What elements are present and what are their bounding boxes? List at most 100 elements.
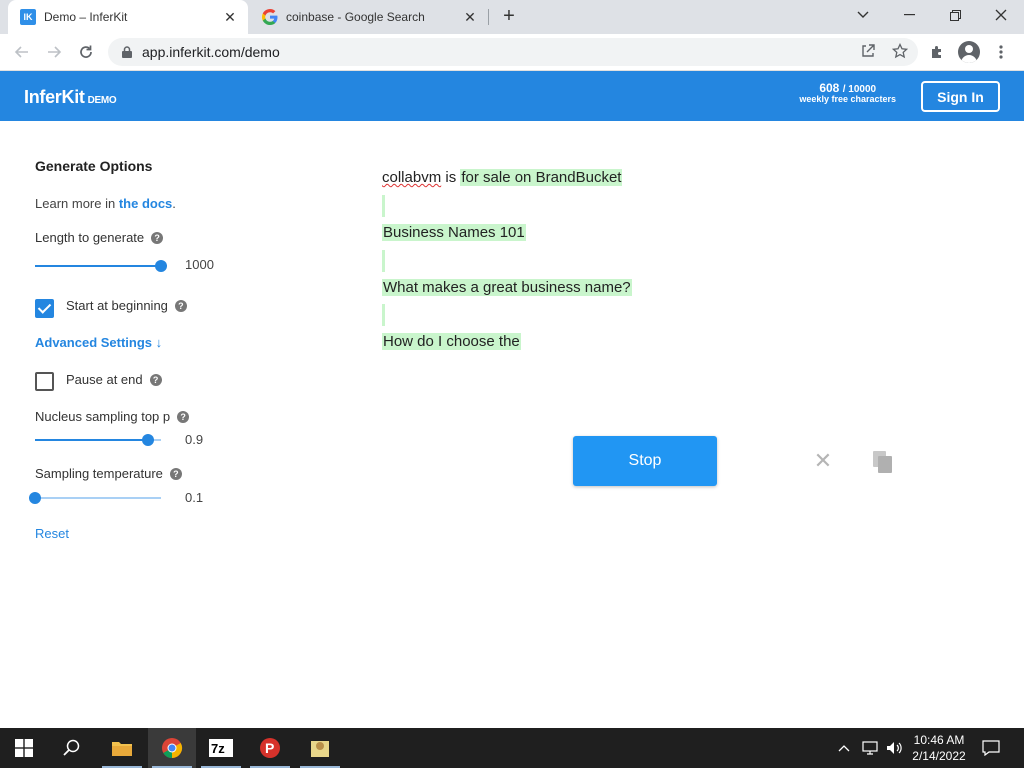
network-icon[interactable] <box>862 728 880 768</box>
tab-google-search[interactable]: coinbase - Google Search ✕ <box>250 0 488 34</box>
length-value: 1000 <box>185 257 214 272</box>
help-icon[interactable]: ? <box>169 467 182 480</box>
slider-thumb[interactable] <box>29 492 41 504</box>
character-quota: 608 / 10000 weekly free characters <box>799 81 896 105</box>
chars-caption: weekly free characters <box>799 94 896 105</box>
extensions-puzzle-icon[interactable] <box>926 41 948 63</box>
learn-more-suffix: . <box>172 196 176 211</box>
temperature-label: Sampling temperature ? <box>35 466 182 481</box>
slider-fill <box>35 265 161 267</box>
pause-at-end-text: Pause at end <box>66 372 143 387</box>
more-menu-icon[interactable] <box>990 41 1012 63</box>
app-icon[interactable] <box>296 728 344 768</box>
brand-demo-badge: DEMO <box>87 95 117 106</box>
generated-newline-marker <box>382 195 385 217</box>
inferkit-favicon-icon: IK <box>20 9 36 25</box>
length-label-text: Length to generate <box>35 230 145 245</box>
pause-at-end-checkbox[interactable] <box>35 372 54 391</box>
forward-icon[interactable] <box>42 40 66 64</box>
prompt-text: collabvm <box>382 169 442 186</box>
minimize-icon[interactable] <box>886 0 932 30</box>
svg-text:P: P <box>265 740 274 756</box>
clock-time: 10:46 AM <box>913 733 965 747</box>
file-explorer-icon[interactable] <box>98 728 146 768</box>
learn-more-prefix: Learn more in <box>35 196 119 211</box>
generated-newline-marker <box>382 304 385 326</box>
generated-text: What makes a great business name? <box>382 279 632 296</box>
lock-icon[interactable] <box>120 45 134 59</box>
tab-title: Demo – InferKit <box>44 10 128 24</box>
notifications-icon[interactable] <box>982 728 1000 768</box>
slider-track <box>35 497 161 499</box>
temperature-label-text: Sampling temperature <box>35 466 163 481</box>
slider-thumb[interactable] <box>142 434 154 446</box>
help-icon[interactable]: ? <box>149 373 162 386</box>
length-label: Length to generate ? <box>35 230 164 245</box>
clock-date: 2/14/2022 <box>912 749 966 763</box>
reset-link[interactable]: Reset <box>35 526 69 541</box>
7zip-icon[interactable]: 7z <box>197 728 245 768</box>
generated-text: Business Names 101 <box>382 224 526 241</box>
restore-icon[interactable] <box>932 0 978 30</box>
bookmark-star-icon[interactable] <box>891 42 909 62</box>
chrome-icon[interactable] <box>148 728 196 768</box>
brand-logo[interactable]: InferKit DEMO <box>24 87 117 108</box>
learn-more-text: Learn more in the docs. <box>35 196 176 211</box>
copy-icon[interactable] <box>872 450 894 474</box>
text-line: What makes a great business name? <box>382 277 632 299</box>
length-slider[interactable] <box>35 260 167 272</box>
help-icon[interactable]: ? <box>151 231 164 244</box>
psiphon-icon[interactable]: P <box>246 728 294 768</box>
close-icon[interactable]: ✕ <box>222 9 238 25</box>
temperature-value: 0.1 <box>185 490 204 505</box>
nucleus-value: 0.9 <box>185 432 204 447</box>
help-icon[interactable]: ? <box>177 410 190 423</box>
sign-in-button[interactable]: Sign In <box>921 81 1000 112</box>
generated-text: for sale on BrandBucket <box>460 169 623 186</box>
windows-start-icon[interactable] <box>0 728 48 768</box>
back-icon[interactable] <box>10 40 34 64</box>
start-at-beginning-text: Start at beginning <box>66 298 168 313</box>
text-line: Business Names 101 <box>382 222 526 244</box>
clear-close-icon[interactable]: ✕ <box>813 450 833 472</box>
site-header: InferKit DEMO 608 / 10000 weekly free cha… <box>0 71 1024 121</box>
slider-thumb[interactable] <box>155 260 167 272</box>
new-tab-icon[interactable]: + <box>498 6 520 28</box>
search-icon[interactable] <box>48 728 96 768</box>
text-line: How do I choose the <box>382 331 521 353</box>
profile-avatar-icon[interactable] <box>958 41 980 63</box>
browser-tab-strip: IK Demo – InferKit ✕ coinbase - Google S… <box>0 0 1024 34</box>
text-line: collabvm is for sale on BrandBucket <box>382 167 623 189</box>
panel-title: Generate Options <box>35 158 153 174</box>
close-window-icon[interactable] <box>978 0 1024 30</box>
start-at-beginning-label: Start at beginning ? <box>66 298 187 313</box>
share-icon[interactable] <box>860 43 876 62</box>
google-g-icon <box>262 9 278 25</box>
nucleus-label-text: Nucleus sampling top p <box>35 409 171 424</box>
start-at-beginning-checkbox[interactable] <box>35 299 54 318</box>
close-icon[interactable]: ✕ <box>462 9 478 25</box>
stop-button[interactable]: Stop <box>573 436 717 486</box>
taskbar-clock[interactable]: 10:46 AM 2/14/2022 <box>902 732 976 764</box>
chevron-down-icon[interactable] <box>840 0 886 30</box>
reload-icon[interactable] <box>74 40 98 64</box>
tab-inferkit-demo[interactable]: IK Demo – InferKit ✕ <box>8 0 248 34</box>
nucleus-label: Nucleus sampling top p ? <box>35 409 190 424</box>
tray-chevron-up-icon[interactable] <box>838 728 850 768</box>
tab-separator <box>488 9 489 25</box>
tab-title: coinbase - Google Search <box>286 10 425 24</box>
nucleus-slider[interactable] <box>35 434 161 446</box>
temperature-slider[interactable] <box>29 492 161 504</box>
docs-link[interactable]: the docs <box>119 196 172 211</box>
advanced-settings-toggle[interactable]: Advanced Settings ↓ <box>35 335 162 350</box>
url-text: app.inferkit.com/demo <box>142 44 280 60</box>
generated-newline-marker <box>382 250 385 272</box>
prompt-join: is <box>441 169 457 186</box>
help-icon[interactable]: ? <box>174 299 187 312</box>
svg-text:7z: 7z <box>211 741 225 756</box>
brand-name: InferKit <box>24 87 85 107</box>
address-bar[interactable]: app.inferkit.com/demo <box>108 38 918 66</box>
browser-toolbar: app.inferkit.com/demo <box>0 34 1024 71</box>
generated-text: How do I choose the <box>382 333 521 350</box>
windows-taskbar: 7z P 10:46 AM 2/14/2022 <box>0 728 1024 768</box>
